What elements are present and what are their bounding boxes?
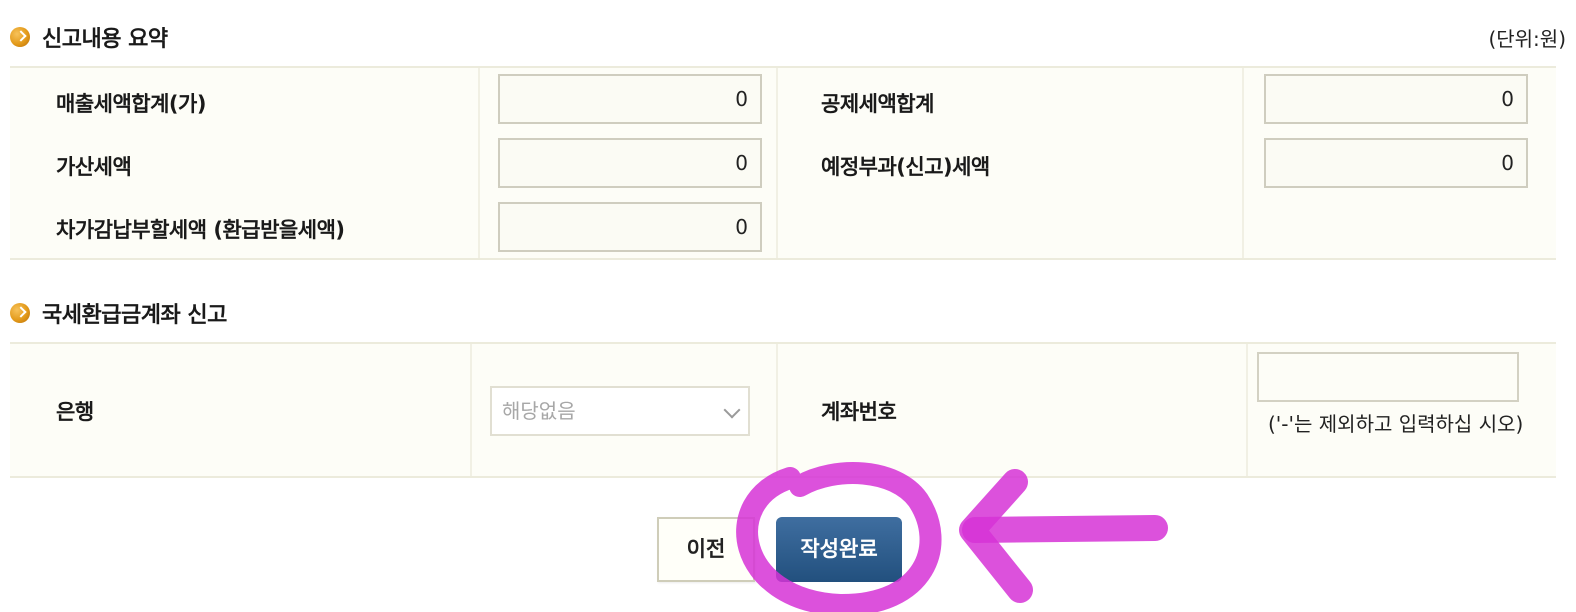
account-number-hint: ('-'는 제외하고 입력하십 시오): [1268, 412, 1524, 436]
scheduled-tax-field: 0: [1264, 138, 1528, 188]
section-bullet-icon: [10, 27, 30, 47]
chevron-down-icon: [723, 401, 741, 419]
arrow-head: [959, 469, 1033, 603]
prev-button[interactable]: 이전: [657, 517, 755, 582]
section-bullet-icon: [10, 303, 30, 323]
account-number-label: 계좌번호: [821, 400, 897, 424]
total-deduction-tax-label: 공제세액합계: [821, 92, 934, 116]
total-sales-tax-field: 0: [498, 74, 762, 124]
unit-label: (단위:원): [1488, 26, 1566, 51]
total-deduction-tax-field: 0: [1264, 74, 1528, 124]
additional-tax-label: 가산세액: [56, 155, 132, 179]
net-payable-tax-label: 차가감납부할세액 (환급받을세액): [56, 218, 345, 242]
account-number-input[interactable]: [1257, 352, 1519, 402]
net-payable-tax-field: 0: [498, 202, 762, 252]
summary-section-header: 신고내용 요약 (단위:원): [10, 20, 1566, 54]
summary-table: 매출세액합계(가) 0 공제세액합계 0 가산세액 0 예정부과(신고)세액 0…: [10, 66, 1556, 260]
additional-tax-field: 0: [498, 138, 762, 188]
refund-section-header: 국세환급금계좌 신고: [10, 296, 1566, 330]
bank-select[interactable]: 해당없음: [490, 386, 750, 436]
refund-table: 은행 해당없음 계좌번호 ('-'는 제외하고 입력하십 시오): [10, 342, 1556, 478]
total-sales-tax-label: 매출세액합계(가): [56, 92, 206, 116]
bank-selected-value: 해당없음: [502, 399, 576, 423]
complete-button[interactable]: 작성완료: [776, 517, 902, 582]
refund-title: 국세환급금계좌 신고: [42, 303, 227, 328]
bank-label: 은행: [56, 400, 94, 424]
arrow-shaft: [962, 515, 1168, 543]
scheduled-tax-label: 예정부과(신고)세액: [821, 155, 990, 179]
summary-title: 신고내용 요약: [42, 27, 168, 52]
